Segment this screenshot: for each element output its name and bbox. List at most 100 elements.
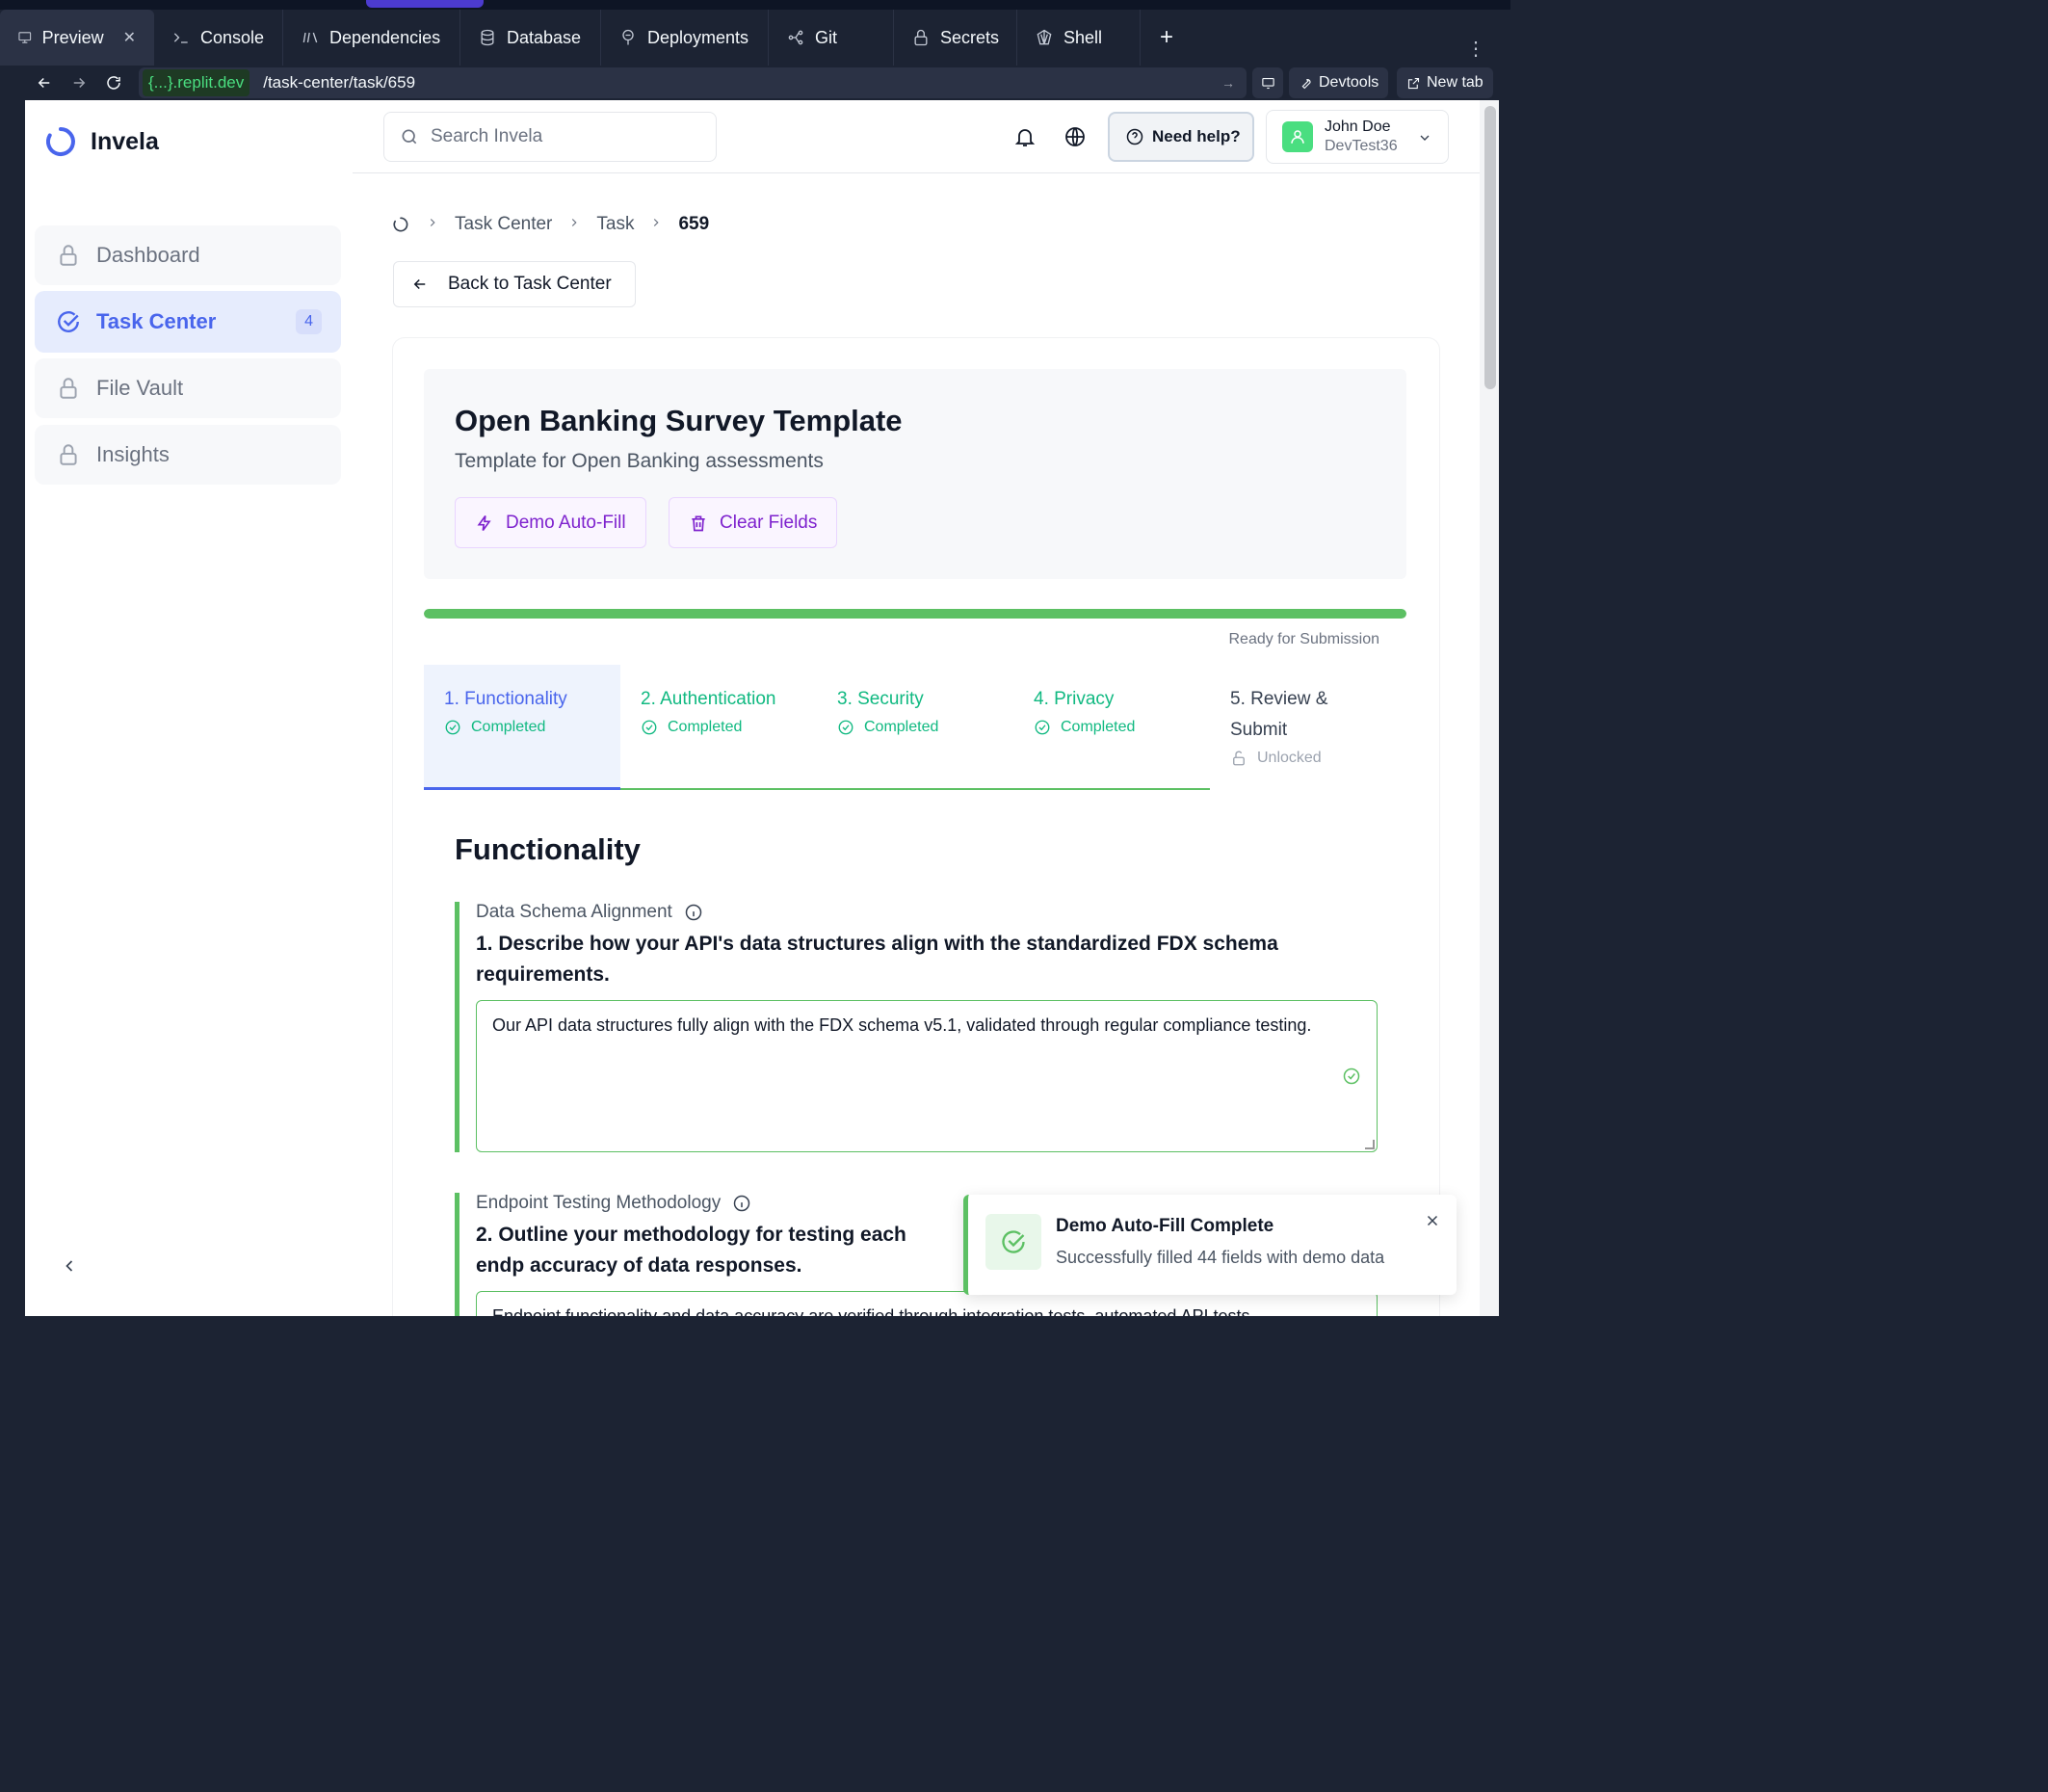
reload-button[interactable]: [96, 68, 131, 97]
monitor-icon: [18, 32, 32, 43]
tab-console[interactable]: Console: [154, 10, 283, 66]
chevron-left-icon: [66, 1260, 73, 1272]
sidebar-item-insights[interactable]: Insights: [35, 425, 341, 485]
unlock-icon: [1233, 751, 1245, 766]
forward-nav-button[interactable]: [62, 68, 96, 97]
step-status: Completed: [1034, 719, 1210, 736]
form-subtitle: Template for Open Banking assessments: [455, 450, 824, 472]
user-name: John Doe: [1325, 119, 1391, 135]
step-status: Completed: [444, 719, 620, 736]
lock-icon: [60, 444, 77, 465]
home-logo-icon[interactable]: [391, 215, 410, 234]
reload-icon: [107, 76, 120, 90]
toast-notification: Demo Auto-Fill Complete Successfully fil…: [963, 1195, 1457, 1295]
arrow-left-icon: [413, 278, 426, 290]
tab-preview[interactable]: Preview ✕: [0, 10, 154, 66]
language-button[interactable]: [1063, 125, 1087, 148]
step-status: Completed: [641, 719, 817, 736]
arrow-left-icon: [38, 77, 50, 89]
progress-fill: [424, 609, 1406, 619]
top-pill: [366, 0, 484, 8]
tab-label: Console: [200, 27, 265, 47]
back-nav-button[interactable]: [27, 68, 62, 97]
tab-git[interactable]: Git: [769, 10, 894, 66]
tab-shell[interactable]: Shell: [1017, 10, 1141, 66]
check-circle-icon: [445, 720, 460, 735]
app-viewport: Invela Dashboard Task Center 4 File Vaul…: [25, 100, 1499, 1316]
add-tab-button[interactable]: +: [1160, 24, 1173, 51]
breadcrumb-task-center[interactable]: Task Center: [455, 214, 552, 235]
bottom-edge: [0, 1316, 1510, 1322]
url-path: /task-center/task/659: [263, 73, 416, 92]
sidebar-item-file-vault[interactable]: File Vault: [35, 358, 341, 418]
info-icon[interactable]: [684, 903, 703, 922]
url-host: {...}.replit.dev: [143, 69, 250, 96]
resize-handle[interactable]: [1365, 1140, 1375, 1149]
kebab-menu-icon[interactable]: ⋮: [1466, 37, 1485, 61]
close-icon[interactable]: ✕: [123, 28, 136, 47]
replit-tab-bar: Preview ✕ Console Dependencies Database …: [0, 10, 1510, 66]
help-label: Need help?: [1152, 127, 1241, 145]
tab-label: Deployments: [647, 27, 749, 47]
step-tab-privacy[interactable]: 4. Privacy Completed: [1013, 665, 1210, 790]
tab-secrets[interactable]: Secrets: [894, 10, 1017, 66]
brand[interactable]: Invela: [44, 125, 159, 158]
search-input[interactable]: [431, 126, 700, 147]
url-field[interactable]: {...}.replit.dev /task-center/task/659 →: [139, 67, 1247, 98]
devtools-button[interactable]: Devtools: [1289, 67, 1389, 98]
answer-text: Our API data structures fully align with…: [492, 1015, 1312, 1035]
breadcrumb-task[interactable]: Task: [596, 214, 634, 235]
tab-database[interactable]: Database: [460, 10, 601, 66]
sidebar-item-label: Task Center: [96, 309, 217, 333]
toast-message: Successfully filled 44 fields with demo …: [1056, 1248, 1385, 1267]
tab-dependencies[interactable]: Dependencies: [283, 10, 460, 66]
step-status: Unlocked: [1230, 750, 1374, 767]
tab-label: Database: [507, 27, 582, 47]
form-header: Open Banking Survey Template Template fo…: [424, 369, 1406, 579]
step-tab-authentication[interactable]: 2. Authentication Completed: [620, 665, 817, 790]
question-label: Data Schema Alignment: [476, 902, 1379, 923]
notifications-button[interactable]: [1013, 125, 1037, 148]
scrollbar-thumb[interactable]: [1484, 106, 1496, 389]
tab-deployments[interactable]: Deployments: [601, 10, 769, 66]
user-company: DevTest36: [1325, 138, 1398, 154]
search-icon: [402, 129, 417, 145]
progress-bar: [424, 609, 1406, 619]
step-tab-review-submit[interactable]: 5. Review & Submit Unlocked: [1210, 665, 1374, 790]
tab-label: Secrets: [939, 27, 999, 47]
collapse-sidebar-button[interactable]: [60, 1256, 79, 1280]
step-tab-functionality[interactable]: 1. Functionality Completed: [424, 665, 620, 790]
step-title: 1. Functionality: [444, 689, 567, 709]
search-box[interactable]: [383, 112, 717, 162]
step-title: 2. Authentication: [641, 689, 776, 709]
form-card: Open Banking Survey Template Template fo…: [393, 338, 1439, 1316]
scrollbar[interactable]: [1480, 100, 1499, 1316]
close-icon[interactable]: [1424, 1212, 1441, 1234]
tab-label: Shell: [1063, 27, 1103, 47]
packages-icon: [302, 32, 318, 43]
check-circle-icon: [1035, 720, 1050, 735]
top-header: Need help? John Doe DevTest36: [353, 100, 1480, 173]
need-help-button[interactable]: Need help?: [1108, 112, 1254, 162]
info-icon[interactable]: [732, 1194, 751, 1213]
help-circle-icon: [1126, 128, 1143, 145]
back-to-task-center-button[interactable]: Back to Task Center: [393, 261, 636, 307]
check-circle-icon: [58, 311, 79, 332]
user-menu[interactable]: John Doe DevTest36: [1266, 110, 1449, 164]
demo-autofill-button[interactable]: Demo Auto-Fill: [455, 497, 646, 548]
breadcrumb: Task Center Task 659: [391, 214, 709, 235]
go-arrow-icon[interactable]: →: [1221, 75, 1235, 91]
clear-fields-button[interactable]: Clear Fields: [669, 497, 838, 548]
sidebar-item-dashboard[interactable]: Dashboard: [35, 225, 341, 285]
answer-textarea[interactable]: Our API data structures fully align with…: [476, 1000, 1378, 1152]
tab-label: Git: [815, 27, 838, 47]
step-title: 5. Review & Submit: [1230, 689, 1328, 740]
terminal-icon: [173, 33, 188, 43]
active-step-indicator: [424, 787, 620, 790]
sidebar-item-task-center[interactable]: Task Center 4: [35, 291, 341, 353]
question-label-text: Endpoint Testing Methodology: [476, 1193, 722, 1213]
device-preview-button[interactable]: [1252, 67, 1283, 98]
new-tab-button[interactable]: New tab: [1397, 67, 1493, 98]
newtab-label: New tab: [1427, 74, 1483, 91]
step-tab-security[interactable]: 3. Security Completed: [817, 665, 1013, 790]
